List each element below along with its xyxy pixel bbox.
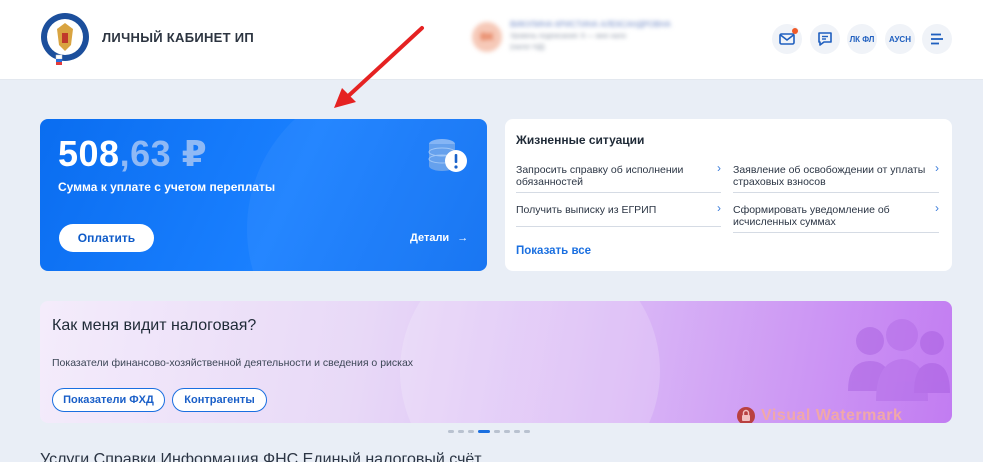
- amount-fraction: ,63 ₽: [119, 133, 208, 174]
- user-info-line: Уровень подписания: 6 — мне нало: [510, 33, 627, 40]
- amount-integer: 508: [58, 133, 120, 174]
- life-situations-title: Жизненные ситуации: [516, 133, 645, 147]
- life-situations-card: Жизненные ситуации Запросить справку об …: [505, 119, 952, 271]
- ausn-button[interactable]: АУСН: [885, 24, 915, 54]
- carousel-dot[interactable]: [468, 430, 474, 433]
- chevron-right-icon: ›: [717, 201, 721, 215]
- pay-button[interactable]: Оплатить: [59, 224, 154, 252]
- people-icon: [848, 319, 950, 401]
- header: ЛИЧНЫЙ КАБИНЕТ ИП ВК ВИКУЛИНА КРИСТИНА А…: [0, 0, 983, 80]
- life-item-label: Запросить справку об исполнении обязанно…: [516, 164, 684, 188]
- red-arrow-annotation: [334, 26, 424, 108]
- payment-card: 508,63 ₽ Сумма к уплате с учетом перепла…: [40, 119, 487, 271]
- mail-button[interactable]: [772, 24, 802, 54]
- carousel-dot[interactable]: [458, 430, 464, 433]
- fns-emblem-logo[interactable]: [40, 11, 90, 65]
- chevron-right-icon: ›: [717, 161, 721, 175]
- banner-title: Как меня видит налоговая?: [52, 317, 257, 334]
- app-title: ЛИЧНЫЙ КАБИНЕТ ИП: [102, 30, 255, 45]
- bottom-section-headings: Услуги Справки Информация ФНС Единый нал…: [40, 451, 482, 462]
- tax-view-banner: Как меня видит налоговая? Показатели фин…: [40, 301, 952, 423]
- details-label: Детали: [410, 232, 450, 244]
- user-info-line-2: (налог НД): [510, 44, 545, 51]
- amount-label: Сумма к уплате с учетом переплаты: [58, 180, 276, 194]
- carousel-indicator[interactable]: [448, 430, 530, 433]
- counterparties-button[interactable]: Контрагенты: [172, 388, 267, 412]
- lock-icon: [737, 407, 755, 423]
- carousel-dot[interactable]: [448, 430, 454, 433]
- amount-due: 508,63 ₽: [58, 133, 207, 175]
- lk-fl-button[interactable]: ЛК ФЛ: [847, 24, 877, 54]
- life-item-exemption[interactable]: Заявление об освобождении от уплаты стра…: [733, 161, 939, 193]
- carousel-dot[interactable]: [494, 430, 500, 433]
- chat-icon: [818, 32, 832, 46]
- coins-warning-icon[interactable]: [426, 136, 470, 178]
- notification-dot: [792, 28, 798, 34]
- mail-icon: [779, 33, 795, 45]
- details-link[interactable]: Детали →: [410, 232, 468, 244]
- hamburger-menu-icon: [931, 33, 943, 45]
- carousel-dot-active[interactable]: [478, 430, 490, 433]
- chevron-right-icon: ›: [935, 161, 939, 175]
- menu-button[interactable]: [922, 24, 952, 54]
- show-all-link[interactable]: Показать все: [516, 245, 591, 257]
- chat-button[interactable]: [810, 24, 840, 54]
- arrow-right-icon: →: [457, 232, 469, 244]
- user-profile[interactable]: ВК ВИКУЛИНА КРИСТИНА АЛЕКСАНДРОВНА Урове…: [472, 18, 702, 60]
- life-item-label: Сформировать уведомление об исчисленных …: [733, 204, 890, 228]
- life-item-notification[interactable]: Сформировать уведомление об исчисленных …: [733, 201, 939, 233]
- life-item-egrip[interactable]: Получить выписку из ЕГРИП ›: [516, 201, 721, 227]
- life-item-certificate[interactable]: Запросить справку об исполнении обязанно…: [516, 161, 721, 193]
- carousel-dot[interactable]: [524, 430, 530, 433]
- chevron-right-icon: ›: [935, 201, 939, 215]
- banner-description: Показатели финансово-хозяйственной деяте…: [52, 357, 414, 369]
- carousel-dot[interactable]: [504, 430, 510, 433]
- life-item-label: Заявление об освобождении от уплаты стра…: [733, 164, 926, 188]
- life-item-label: Получить выписку из ЕГРИП: [516, 204, 657, 216]
- visual-watermark: Visual Watermark: [737, 407, 902, 423]
- fhd-indicators-button[interactable]: Показатели ФХД: [52, 388, 165, 412]
- watermark-text: Visual Watermark: [761, 407, 903, 423]
- user-avatar[interactable]: ВК: [472, 22, 502, 52]
- carousel-dot[interactable]: [514, 430, 520, 433]
- user-name: ВИКУЛИНА КРИСТИНА АЛЕКСАНДРОВНА: [510, 20, 671, 29]
